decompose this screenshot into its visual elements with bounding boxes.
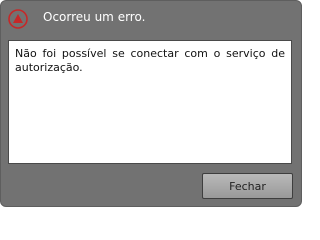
close-button[interactable]: Fechar — [202, 173, 293, 199]
dialog-title: Ocorreu um erro. — [43, 10, 146, 24]
error-dialog: Ocorreu um erro. Não foi possível se con… — [0, 0, 302, 207]
message-box: Não foi possível se conectar com o servi… — [8, 40, 292, 164]
warning-triangle-icon — [8, 9, 28, 29]
dialog-header: Ocorreu um erro. — [1, 1, 301, 37]
error-message: Não foi possível se conectar com o servi… — [15, 47, 285, 74]
